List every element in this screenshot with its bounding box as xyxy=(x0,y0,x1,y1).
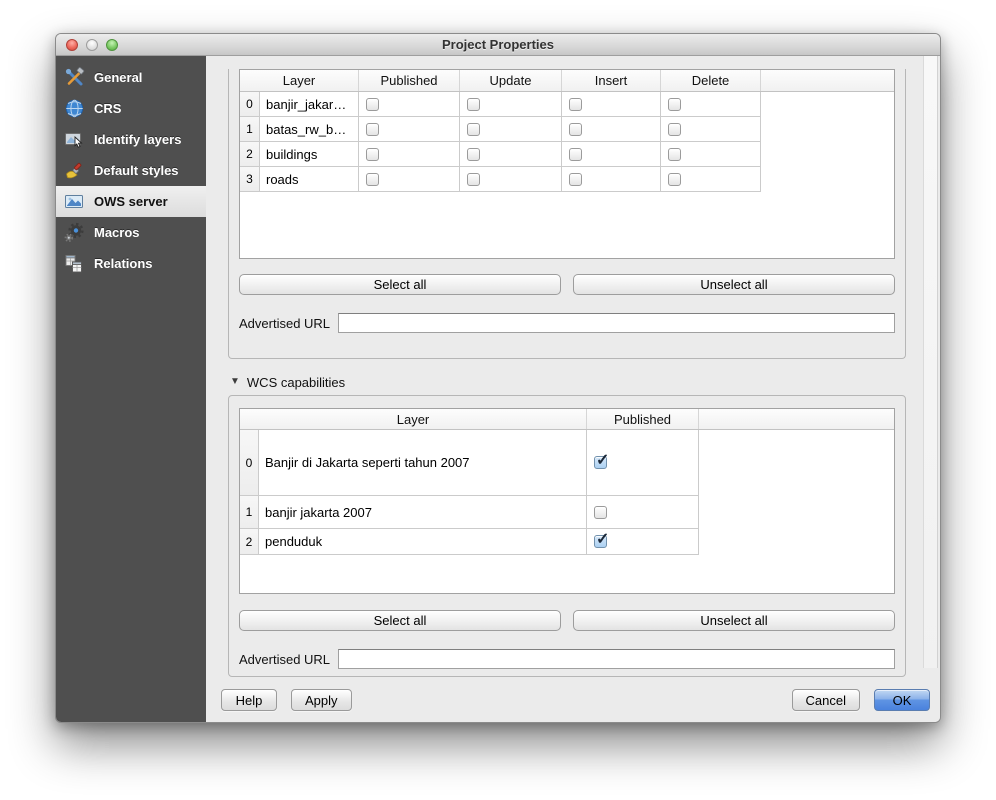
wfs-select-all-button[interactable]: Select all xyxy=(239,274,561,295)
titlebar[interactable]: Project Properties xyxy=(56,34,940,56)
delete-checkbox[interactable] xyxy=(668,98,681,111)
wcs-advertised-url-label: Advertised URL xyxy=(239,652,330,667)
sidebar-item-label: Default styles xyxy=(94,163,179,178)
delete-checkbox[interactable] xyxy=(668,148,681,161)
wfs-table-header: Layer Published Update Insert Delete xyxy=(240,70,894,92)
identify-layers-icon xyxy=(64,129,85,150)
column-header-published: Published xyxy=(587,409,699,429)
table-row[interactable]: 2 buildings xyxy=(240,142,894,167)
layer-name: penduduk xyxy=(259,529,587,555)
wfs-layers-table: Layer Published Update Insert Delete 0 b… xyxy=(239,69,895,259)
globe-icon xyxy=(64,98,85,119)
project-properties-dialog: Project Properties General CRS xyxy=(55,33,941,723)
layer-name: batas_rw_b… xyxy=(260,117,359,142)
ows-server-icon xyxy=(64,191,85,212)
row-number: 3 xyxy=(240,167,260,192)
column-header-update: Update xyxy=(460,70,562,91)
row-number: 2 xyxy=(240,142,260,167)
sidebar-item-label: CRS xyxy=(94,101,121,116)
wcs-capabilities-group: Layer Published 0 Banjir di Jakarta sepe… xyxy=(228,395,906,677)
update-checkbox[interactable] xyxy=(467,173,480,186)
layer-name: roads xyxy=(260,167,359,192)
sidebar: General CRS Identify layers xyxy=(56,56,206,722)
apply-button[interactable]: Apply xyxy=(291,689,352,711)
row-number: 1 xyxy=(240,496,259,529)
ok-button[interactable]: OK xyxy=(874,689,930,711)
table-row[interactable]: 1 batas_rw_b… xyxy=(240,117,894,142)
insert-checkbox[interactable] xyxy=(569,98,582,111)
relations-icon xyxy=(64,253,85,274)
sidebar-item-ows-server[interactable]: OWS server xyxy=(56,186,206,217)
table-row[interactable]: 0 Banjir di Jakarta seperti tahun 2007 xyxy=(240,430,894,496)
layer-name: banjir jakarta 2007 xyxy=(259,496,587,529)
layer-name: banjir_jakar… xyxy=(260,92,359,117)
sidebar-item-crs[interactable]: CRS xyxy=(56,93,206,124)
column-header-layer: Layer xyxy=(240,409,587,429)
gear-icon xyxy=(64,222,85,243)
column-header-delete: Delete xyxy=(661,70,761,91)
update-checkbox[interactable] xyxy=(467,123,480,136)
wcs-layers-table: Layer Published 0 Banjir di Jakarta sepe… xyxy=(239,408,895,594)
published-checkbox[interactable] xyxy=(594,456,607,469)
wcs-advertised-url-input[interactable] xyxy=(338,649,895,669)
wcs-unselect-all-button[interactable]: Unselect all xyxy=(573,610,895,631)
published-checkbox[interactable] xyxy=(594,535,607,548)
sidebar-item-relations[interactable]: Relations xyxy=(56,248,206,279)
update-checkbox[interactable] xyxy=(467,98,480,111)
table-row[interactable]: 3 roads xyxy=(240,167,894,192)
update-checkbox[interactable] xyxy=(467,148,480,161)
wcs-table-header: Layer Published xyxy=(240,409,894,430)
delete-checkbox[interactable] xyxy=(668,123,681,136)
cancel-button[interactable]: Cancel xyxy=(792,689,860,711)
sidebar-item-label: OWS server xyxy=(94,194,168,209)
published-checkbox[interactable] xyxy=(366,148,379,161)
disclosure-triangle-icon: ▼ xyxy=(230,377,240,387)
sidebar-item-identify-layers[interactable]: Identify layers xyxy=(56,124,206,155)
sidebar-item-label: Macros xyxy=(94,225,140,240)
published-checkbox[interactable] xyxy=(366,173,379,186)
wcs-section-title: WCS capabilities xyxy=(247,375,345,390)
table-row[interactable]: 1 banjir jakarta 2007 xyxy=(240,496,894,529)
sidebar-item-default-styles[interactable]: Default styles xyxy=(56,155,206,186)
wfs-capabilities-group: Layer Published Update Insert Delete 0 b… xyxy=(228,69,906,359)
tools-icon xyxy=(64,67,85,88)
row-number: 0 xyxy=(240,430,259,496)
row-number: 2 xyxy=(240,529,259,555)
wcs-select-all-button[interactable]: Select all xyxy=(239,610,561,631)
published-checkbox[interactable] xyxy=(366,123,379,136)
row-number: 0 xyxy=(240,92,260,117)
dialog-button-bar: Help Apply Cancel OK xyxy=(206,689,940,711)
insert-checkbox[interactable] xyxy=(569,148,582,161)
layer-name: Banjir di Jakarta seperti tahun 2007 xyxy=(259,430,587,496)
sidebar-item-general[interactable]: General xyxy=(56,62,206,93)
delete-checkbox[interactable] xyxy=(668,173,681,186)
table-row[interactable]: 0 banjir_jakar… xyxy=(240,92,894,117)
window-title: Project Properties xyxy=(56,34,940,56)
scrollbar-track xyxy=(923,56,938,668)
sidebar-item-macros[interactable]: Macros xyxy=(56,217,206,248)
wfs-advertised-url-input[interactable] xyxy=(338,313,895,333)
published-checkbox[interactable] xyxy=(594,506,607,519)
layer-name: buildings xyxy=(260,142,359,167)
column-header-published: Published xyxy=(359,70,460,91)
insert-checkbox[interactable] xyxy=(569,123,582,136)
sidebar-item-label: Relations xyxy=(94,256,153,271)
paintbrush-icon xyxy=(64,160,85,181)
row-number: 1 xyxy=(240,117,260,142)
column-header-layer: Layer xyxy=(240,70,359,91)
wfs-advertised-url-label: Advertised URL xyxy=(239,316,330,331)
content-area: Layer Published Update Insert Delete 0 b… xyxy=(206,56,940,722)
help-button[interactable]: Help xyxy=(221,689,277,711)
insert-checkbox[interactable] xyxy=(569,173,582,186)
sidebar-item-label: Identify layers xyxy=(94,132,181,147)
sidebar-item-label: General xyxy=(94,70,142,85)
wcs-capabilities-toggle[interactable]: ▼ WCS capabilities xyxy=(230,374,940,390)
published-checkbox[interactable] xyxy=(366,98,379,111)
wfs-unselect-all-button[interactable]: Unselect all xyxy=(573,274,895,295)
table-row[interactable]: 2 penduduk xyxy=(240,529,894,555)
column-header-insert: Insert xyxy=(562,70,661,91)
